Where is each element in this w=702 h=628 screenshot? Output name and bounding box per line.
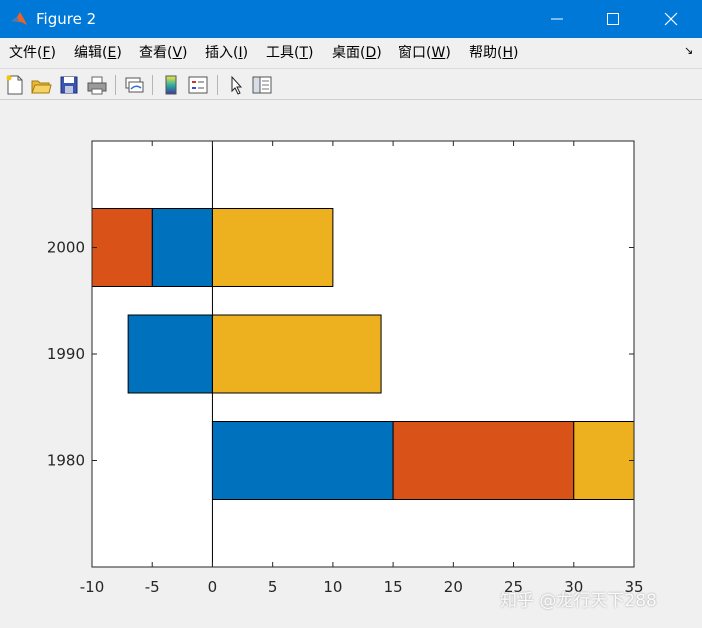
menu-desktop[interactable]: 桌面(D) — [332, 44, 382, 62]
x-tick-label: -5 — [145, 578, 160, 596]
open-file-button[interactable] — [30, 74, 52, 96]
bar-2000-series3 — [211, 208, 334, 287]
menu-tools[interactable]: 工具(T) — [266, 44, 314, 62]
close-button[interactable] — [642, 0, 700, 38]
bar-1980-series2 — [392, 421, 575, 500]
print-icon — [87, 76, 107, 95]
title-bar: Figure 2 — [0, 0, 702, 38]
menu-help[interactable]: 帮助(H) — [469, 44, 518, 62]
menu-edit[interactable]: 编辑(E) — [74, 44, 122, 62]
save-icon — [60, 76, 78, 94]
property-editor-icon — [252, 76, 272, 94]
new-figure-button[interactable] — [4, 74, 26, 96]
bar-2000-series2 — [91, 208, 153, 287]
new-figure-icon — [6, 75, 23, 95]
matlab-icon — [10, 10, 28, 28]
bar-2000-series1 — [151, 208, 213, 287]
maximize-icon — [607, 13, 619, 25]
print-button[interactable] — [86, 74, 108, 96]
figure-toolbar — [0, 68, 702, 100]
x-tick-label: 5 — [268, 578, 278, 596]
legend-button[interactable] — [187, 74, 209, 96]
open-file-icon — [31, 80, 52, 94]
close-icon — [664, 12, 678, 26]
y-tick-label: 2000 — [47, 239, 85, 257]
bar-1980-series1 — [211, 421, 394, 500]
legend-icon — [188, 76, 208, 94]
bar-1990-series1 — [127, 314, 213, 394]
bar-chart: -10 -5 0 5 10 15 20 25 30 35198019902000 — [47, 140, 644, 596]
y-tick-label: 1990 — [47, 345, 85, 363]
menu-bar: 文件(F) 编辑(E) 查看(V) 插入(I) 工具(T) 桌面(D) 窗口(W… — [0, 38, 702, 68]
window-title: Figure 2 — [36, 10, 97, 28]
x-tick-label: 10 — [323, 578, 342, 596]
toolbar-separator — [115, 75, 116, 95]
figure-canvas: -10 -5 0 5 10 15 20 25 30 35 1980 1990 2000 知乎 @龙行天下… — [0, 100, 702, 628]
save-button[interactable] — [58, 74, 80, 96]
x-tick-label: 0 — [208, 578, 218, 596]
pointer-button[interactable] — [225, 74, 247, 96]
property-editor-button[interactable] — [251, 74, 273, 96]
y-tick-label: 1980 — [47, 452, 85, 470]
watermark: 知乎 @龙行天下288 — [500, 591, 657, 611]
menu-insert[interactable]: 插入(I) — [205, 44, 248, 62]
toolbar-separator — [152, 75, 153, 95]
x-tick-label: 20 — [444, 578, 463, 596]
minimize-button[interactable] — [528, 0, 586, 38]
maximize-button[interactable] — [584, 0, 642, 38]
x-tick-label: 15 — [384, 578, 403, 596]
toolbar-separator — [217, 75, 218, 95]
bar-1990-series3 — [211, 314, 382, 394]
menu-file[interactable]: 文件(F) — [9, 44, 56, 62]
link-plot-icon — [125, 77, 144, 93]
minimize-icon — [551, 18, 563, 20]
menu-view[interactable]: 查看(V) — [139, 44, 188, 62]
bar-1980-series3 — [573, 421, 635, 500]
dock-arrow-icon[interactable]: ↘ — [684, 44, 693, 57]
x-tick-label: -10 — [80, 578, 105, 596]
link-plot-button[interactable] — [123, 74, 145, 96]
menu-window[interactable]: 窗口(W) — [398, 44, 451, 62]
colorbar-button[interactable] — [160, 74, 182, 96]
colorbar-icon — [165, 75, 177, 95]
pointer-icon — [231, 75, 243, 95]
